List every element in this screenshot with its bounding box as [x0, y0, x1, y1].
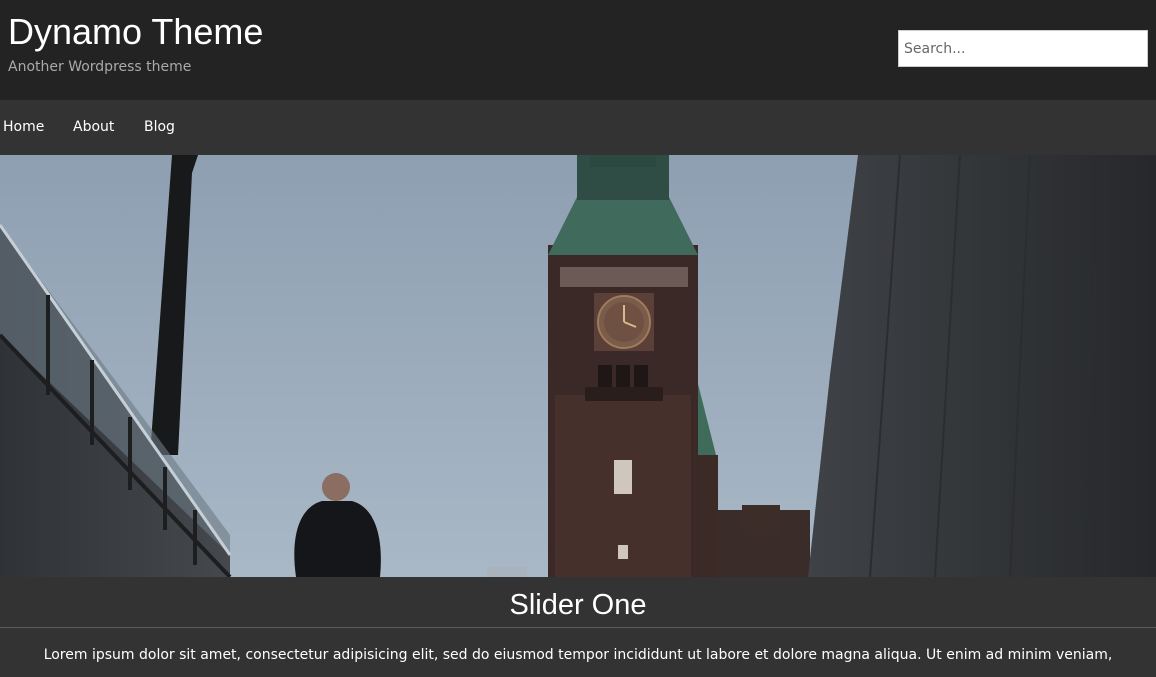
- nav-item-blog[interactable]: Blog: [144, 118, 175, 136]
- site-title[interactable]: Dynamo Theme: [8, 12, 263, 52]
- nav-item-home[interactable]: Home: [3, 118, 44, 136]
- site-tagline: Another Wordpress theme: [8, 59, 192, 75]
- slider-title: Slider One: [509, 589, 647, 621]
- search-input[interactable]: [898, 30, 1148, 67]
- slider-text: Lorem ipsum dolor sit amet, consectetur …: [43, 647, 1113, 663]
- slider-caption: Slider One Lorem ipsum dolor sit amet, c…: [0, 577, 1156, 677]
- slider-photo: [0, 155, 1156, 577]
- caption-divider: [0, 627, 1156, 628]
- site-header: Dynamo Theme Another Wordpress theme: [0, 0, 1156, 100]
- main-navigation: Home About Blog: [0, 100, 1156, 155]
- nav-item-about[interactable]: About: [73, 118, 114, 136]
- slider-image[interactable]: [0, 155, 1156, 577]
